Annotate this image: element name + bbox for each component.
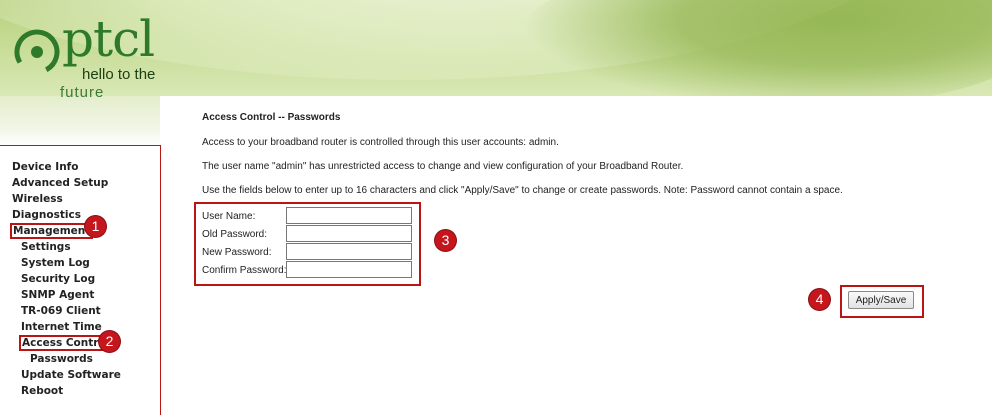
annotation-badge-4: 4	[809, 289, 830, 310]
info-paragraph: Access to your broadband router is contr…	[202, 137, 559, 148]
new-password-label: New Password:	[202, 247, 272, 258]
sidebar-nav: Device Info Advanced Setup Wireless Diag…	[9, 159, 121, 399]
ptcl-logo: ptcl hello to the future	[6, 6, 156, 101]
sidebar-item-label: Diagnostics	[12, 209, 81, 221]
annotation-badge-2: 2	[99, 331, 120, 352]
confirm-password-label: Confirm Password:	[202, 265, 287, 276]
ptcl-logo-mark-icon	[14, 29, 60, 75]
info-paragraph: The user name "admin" has unrestricted a…	[202, 161, 684, 172]
sidebar-item-label: Passwords	[30, 353, 93, 365]
user-name-label: User Name:	[202, 211, 256, 222]
sidebar-item-label: Advanced Setup	[12, 177, 109, 189]
sidebar-item-device-info[interactable]: Device Info	[12, 159, 121, 175]
sidebar-item-system-log[interactable]: System Log	[12, 255, 121, 271]
tagline-line2: future	[60, 84, 105, 101]
sidebar-item-passwords[interactable]: Passwords	[12, 351, 121, 367]
user-name-input[interactable]	[286, 207, 412, 224]
sidebar-item-label: Settings	[21, 241, 71, 253]
new-password-input[interactable]	[286, 243, 412, 260]
sidebar: Device Info Advanced Setup Wireless Diag…	[0, 145, 161, 415]
sidebar-item-security-log[interactable]: Security Log	[12, 271, 121, 287]
sidebar-item-snmp-agent[interactable]: SNMP Agent	[12, 287, 121, 303]
old-password-label: Old Password:	[202, 229, 268, 240]
confirm-password-input[interactable]	[286, 261, 412, 278]
sidebar-item-label: TR-069 Client	[21, 305, 101, 317]
old-password-input[interactable]	[286, 225, 412, 242]
sidebar-item-label: Update Software	[21, 369, 121, 381]
sidebar-divider	[0, 145, 160, 146]
annotation-badge-3: 3	[435, 230, 456, 251]
page-title: Access Control -- Passwords	[202, 112, 341, 123]
sidebar-item-label: SNMP Agent	[21, 289, 95, 301]
apply-save-button[interactable]: Apply/Save	[848, 291, 914, 309]
sidebar-item-label: Management	[9, 223, 94, 239]
sidebar-item-update-software[interactable]: Update Software	[12, 367, 121, 383]
info-paragraph: Use the fields below to enter up to 16 c…	[202, 185, 843, 196]
sidebar-item-label: Access Control	[18, 335, 113, 351]
sidebar-item-settings[interactable]: Settings	[12, 239, 121, 255]
sidebar-item-tr069-client[interactable]: TR-069 Client	[12, 303, 121, 319]
sidebar-item-label: Device Info	[12, 161, 79, 173]
annotation-badge-1: 1	[85, 216, 106, 237]
sidebar-item-label: Wireless	[12, 193, 63, 205]
sidebar-item-label: Security Log	[21, 273, 96, 285]
banner-decoration	[520, 0, 992, 96]
sidebar-item-advanced-setup[interactable]: Advanced Setup	[12, 175, 121, 191]
sidebar-item-wireless[interactable]: Wireless	[12, 191, 121, 207]
tagline-line1: hello to the	[82, 66, 156, 83]
sidebar-item-label: Reboot	[21, 385, 64, 397]
sidebar-item-reboot[interactable]: Reboot	[12, 383, 121, 399]
sidebar-item-label: System Log	[21, 257, 90, 269]
logo-wordmark: ptcl	[62, 10, 155, 68]
sidebar-item-label: Internet Time	[21, 321, 102, 333]
sidebar-header-background	[0, 96, 160, 146]
